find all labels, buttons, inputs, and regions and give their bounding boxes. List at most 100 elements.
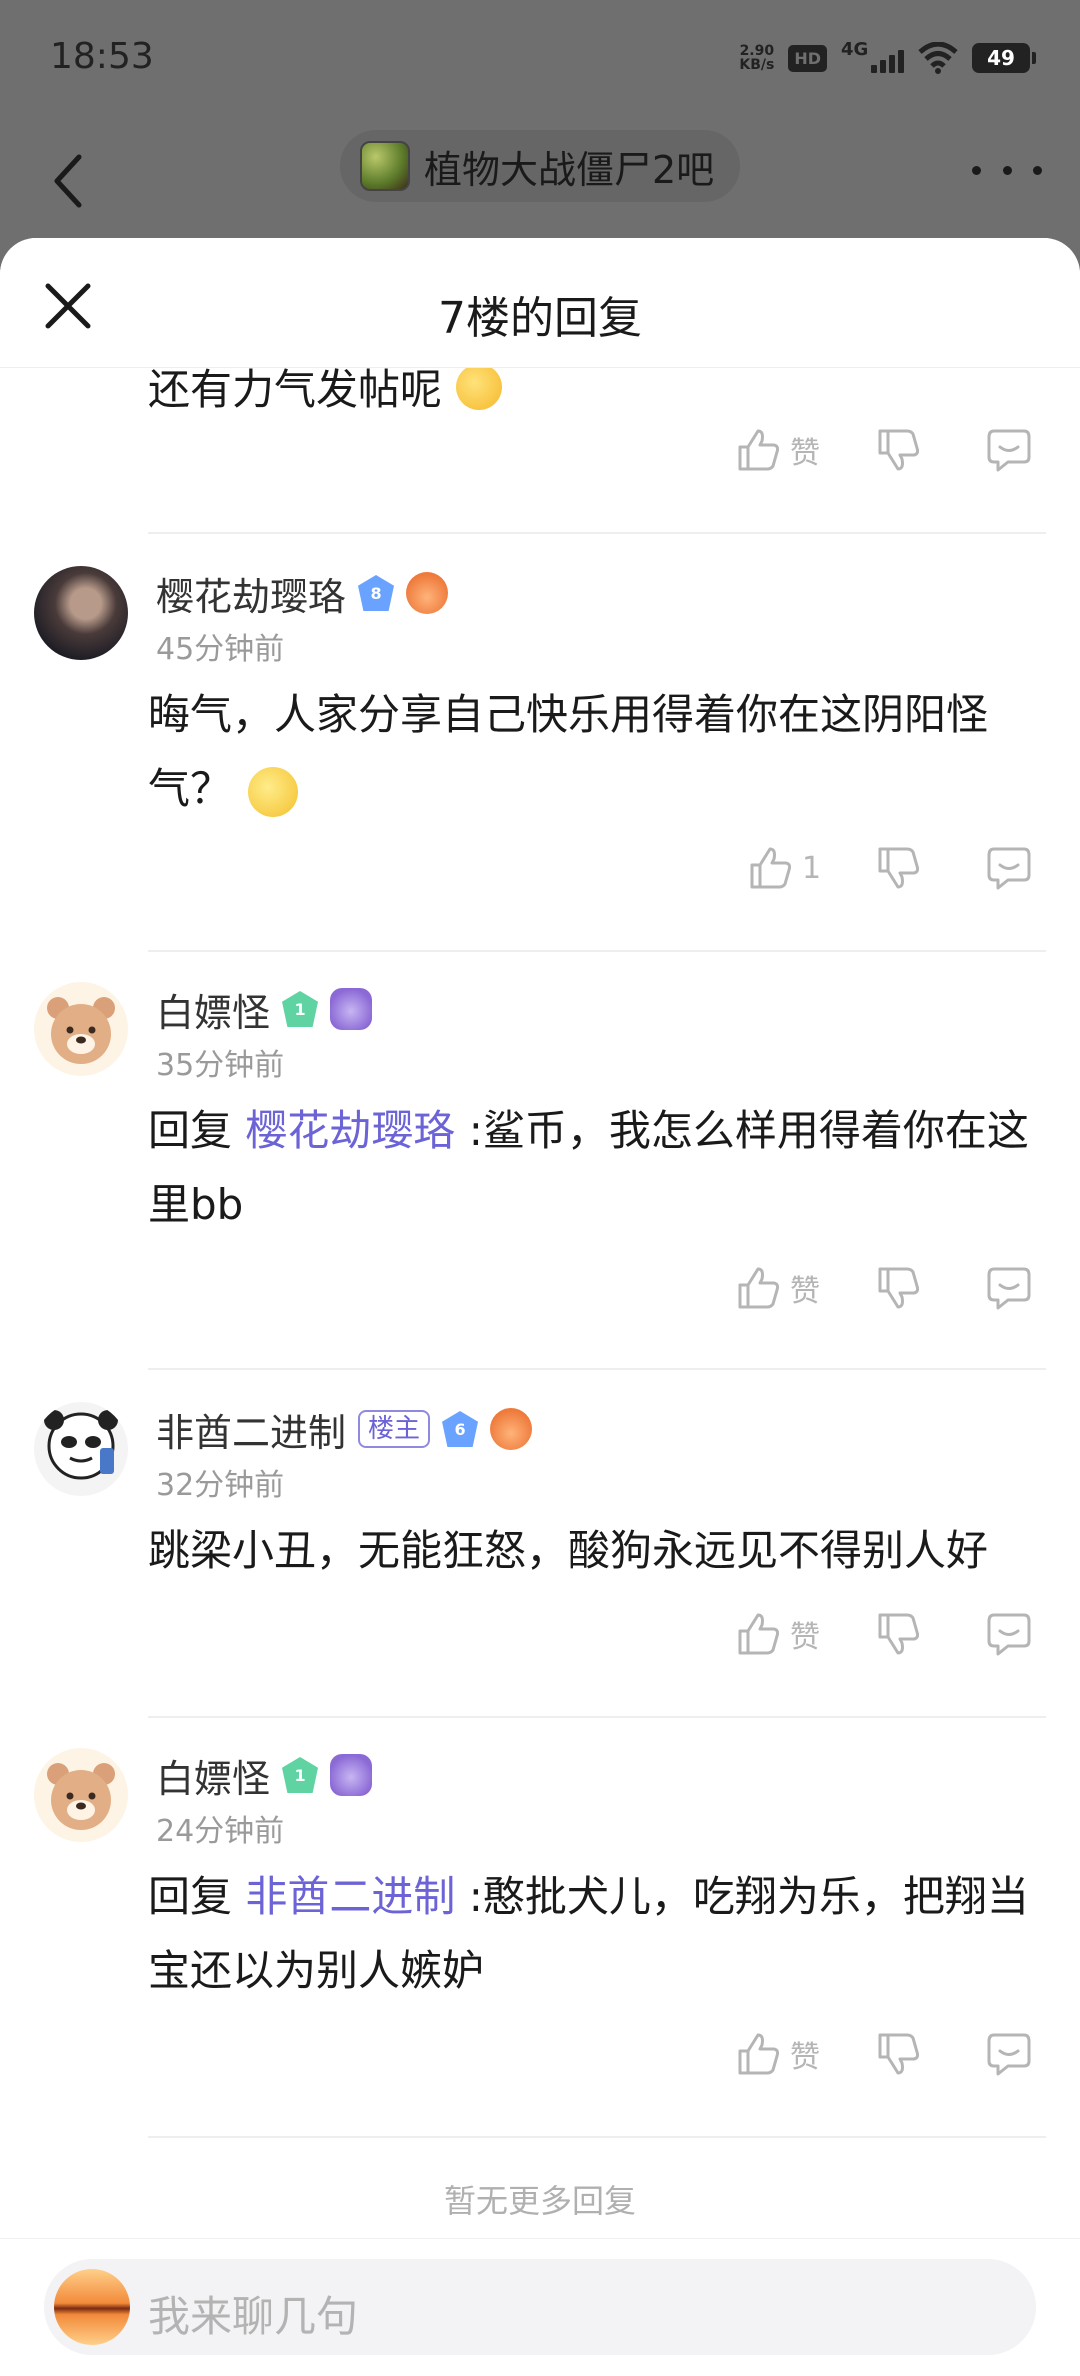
thumbs-up-icon (738, 1267, 780, 1309)
thumbs-up-icon (738, 2033, 780, 2075)
battery-icon: 49 (972, 43, 1036, 73)
net-speed-unit: KB/s (739, 57, 775, 73)
action-row: 赞 (0, 1604, 1080, 1664)
medal-icon (490, 1408, 533, 1450)
back-button[interactable] (38, 136, 98, 226)
reply-button[interactable] (986, 1258, 1032, 1318)
comment-time: 45分钟前 (156, 632, 285, 667)
like-label: 赞 (790, 1620, 820, 1655)
username[interactable]: 非酋二进制 (156, 1402, 346, 1457)
action-row: 赞 (0, 1258, 1080, 1318)
thumbs-down-icon (878, 1613, 920, 1655)
comment-time: 32分钟前 (156, 1468, 285, 1503)
comment-text: 回复 非酋二进制 :憨批犬儿，吃翔为乐，把翔当宝还以为别人嫉妒 (148, 1860, 1040, 2008)
user-avatar[interactable] (34, 982, 128, 1076)
reply-prefix: 回复 (148, 1106, 246, 1155)
like-button[interactable]: 赞 (736, 420, 820, 480)
like-label: 赞 (790, 1274, 820, 1309)
more-dot-icon (972, 165, 981, 175)
forum-nav-bar: 植物大战僵尸2吧 (0, 120, 1080, 240)
comment-user-row: 白嫖怪 1 (156, 982, 373, 1037)
status-icons: 2.90 KB/s HD 4G 49 (739, 38, 1036, 78)
level-badge-icon: 8 (358, 575, 395, 611)
reply-input[interactable]: 我来聊几句 (44, 2259, 1036, 2355)
cellular-signal-icon: 4G (841, 39, 904, 73)
comment-icon (987, 1267, 1031, 1310)
action-row: 1 (0, 838, 1080, 898)
comment-time: 35分钟前 (156, 1048, 285, 1083)
dimmed-background: 18:53 2.90 KB/s HD 4G 49 植物大战僵尸2吧 (0, 0, 1080, 260)
comment-text: 晦气，人家分享自己快乐用得着你在这阴阳怪气？ (148, 678, 1040, 826)
like-button[interactable]: 赞 (736, 1604, 820, 1664)
thumbs-down-icon (878, 429, 920, 471)
medal-icon (406, 572, 449, 614)
thumbs-up-icon (738, 1613, 780, 1655)
comment-text: 跳梁小丑，无能狂怒，酸狗永远见不得别人好 (148, 1514, 1040, 1588)
user-avatar[interactable] (34, 1748, 128, 1842)
owner-tag: 楼主 (358, 1410, 431, 1448)
chevron-left-icon (54, 154, 82, 208)
action-row: 赞 (0, 420, 1080, 480)
medal-icon (330, 1754, 373, 1796)
reply-button[interactable] (986, 1604, 1032, 1664)
reply-prefix: 回复 (148, 1872, 246, 1921)
like-button[interactable]: 1 (748, 838, 821, 898)
reply-input-bar: 我来聊几句 (0, 2238, 1080, 2376)
comment-user-row: 白嫖怪 1 (156, 1748, 373, 1803)
thinking-emoji-icon (248, 766, 299, 817)
reply-button[interactable] (986, 2024, 1032, 2084)
like-button[interactable]: 赞 (736, 1258, 820, 1318)
net-speed-value: 2.90 (739, 43, 775, 59)
forum-avatar (360, 141, 410, 191)
input-placeholder: 我来聊几句 (148, 2292, 359, 2341)
thumbs-down-icon (878, 2033, 920, 2075)
network-type: 4G (841, 39, 869, 60)
like-button[interactable]: 赞 (736, 2024, 820, 2084)
replies-sheet: 7楼的回复 还有力气发帖呢 赞 樱花劫璎珞 8 45分钟前 晦气，人家分享自己快… (0, 238, 1080, 2376)
comment-time: 24分钟前 (156, 1814, 285, 1849)
dislike-button[interactable] (876, 2024, 922, 2084)
more-options-button[interactable] (972, 150, 1042, 190)
sheet-title: 7楼的回复 (438, 293, 642, 344)
hd-icon: HD (788, 44, 827, 72)
sheet-header: 7楼的回复 (0, 238, 1080, 368)
dislike-button[interactable] (876, 1258, 922, 1318)
divider (148, 532, 1046, 534)
user-avatar[interactable] (34, 1402, 128, 1496)
status-bar: 18:53 2.90 KB/s HD 4G 49 (0, 0, 1080, 120)
mention-link[interactable]: 非酋二进制 (245, 1872, 455, 1921)
comment-icon (987, 429, 1031, 472)
net-speed: 2.90 KB/s (739, 44, 774, 72)
partial-reply-content: 还有力气发帖呢 (148, 368, 443, 414)
action-row: 赞 (0, 2024, 1080, 2084)
username[interactable]: 白嫖怪 (156, 982, 270, 1037)
username[interactable]: 樱花劫璎珞 (156, 566, 346, 621)
divider (148, 950, 1046, 952)
dislike-button[interactable] (876, 420, 922, 480)
level-badge-icon: 6 (442, 1411, 479, 1447)
mention-link[interactable]: 樱花劫璎珞 (245, 1106, 455, 1155)
thumbs-down-icon (878, 1267, 920, 1309)
reply-button[interactable] (986, 420, 1032, 480)
comment-user-row: 樱花劫璎珞 8 (156, 566, 449, 621)
comment-text: 回复 樱花劫璎珞 :鲨币，我怎么样用得着你在这里bb (148, 1094, 1040, 1242)
dislike-button[interactable] (876, 1604, 922, 1664)
reply-list[interactable]: 还有力气发帖呢 赞 樱花劫璎珞 8 45分钟前 晦气，人家分享自己快乐用得着你在… (0, 368, 1080, 2238)
forum-title-pill[interactable]: 植物大战僵尸2吧 (340, 130, 740, 202)
forum-name: 植物大战僵尸2吧 (424, 147, 715, 192)
divider (148, 1368, 1046, 1370)
thumbs-down-icon (878, 847, 920, 889)
reply-button[interactable] (986, 838, 1032, 898)
user-avatar[interactable] (34, 566, 128, 660)
status-time: 18:53 (50, 36, 154, 77)
medal-icon (330, 988, 373, 1030)
dislike-button[interactable] (876, 838, 922, 898)
my-avatar (54, 2269, 130, 2345)
no-more-replies: 暂无更多回复 (443, 2182, 636, 2220)
more-dot-icon (1033, 165, 1042, 175)
bear-avatar-icon (47, 1763, 115, 1830)
partial-reply-text: 还有力气发帖呢 (148, 368, 503, 417)
like-label: 赞 (790, 436, 820, 471)
thumbs-up-icon (750, 847, 792, 889)
username[interactable]: 白嫖怪 (156, 1748, 270, 1803)
